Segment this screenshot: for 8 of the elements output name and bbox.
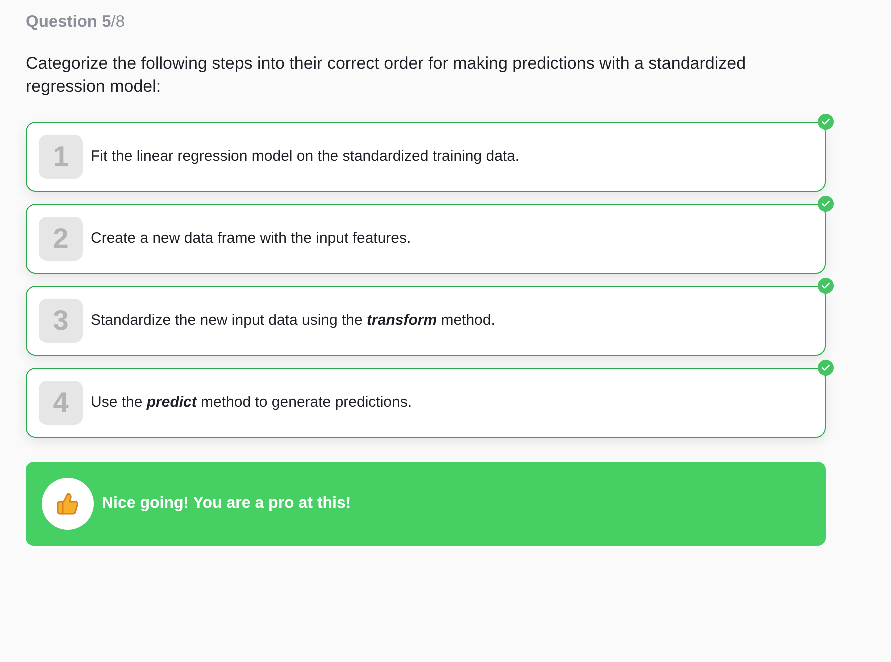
question-prompt: Categorize the following steps into their correct order for making predictions with a standardized regression model: [26, 53, 748, 98]
step-text: Fit the linear regression model on the standardized training data. [91, 148, 520, 166]
step-text: Use the predict method to generate predictions. [91, 394, 412, 412]
feedback-message: Nice going! You are a pro at this! [102, 494, 352, 514]
step-text: Create a new data frame with the input features. [91, 230, 412, 248]
thumbs-up-icon [42, 478, 94, 530]
step-text: Standardize the new input data using the transform method. [91, 312, 496, 330]
question-counter: Question 5/8 [26, 12, 126, 32]
